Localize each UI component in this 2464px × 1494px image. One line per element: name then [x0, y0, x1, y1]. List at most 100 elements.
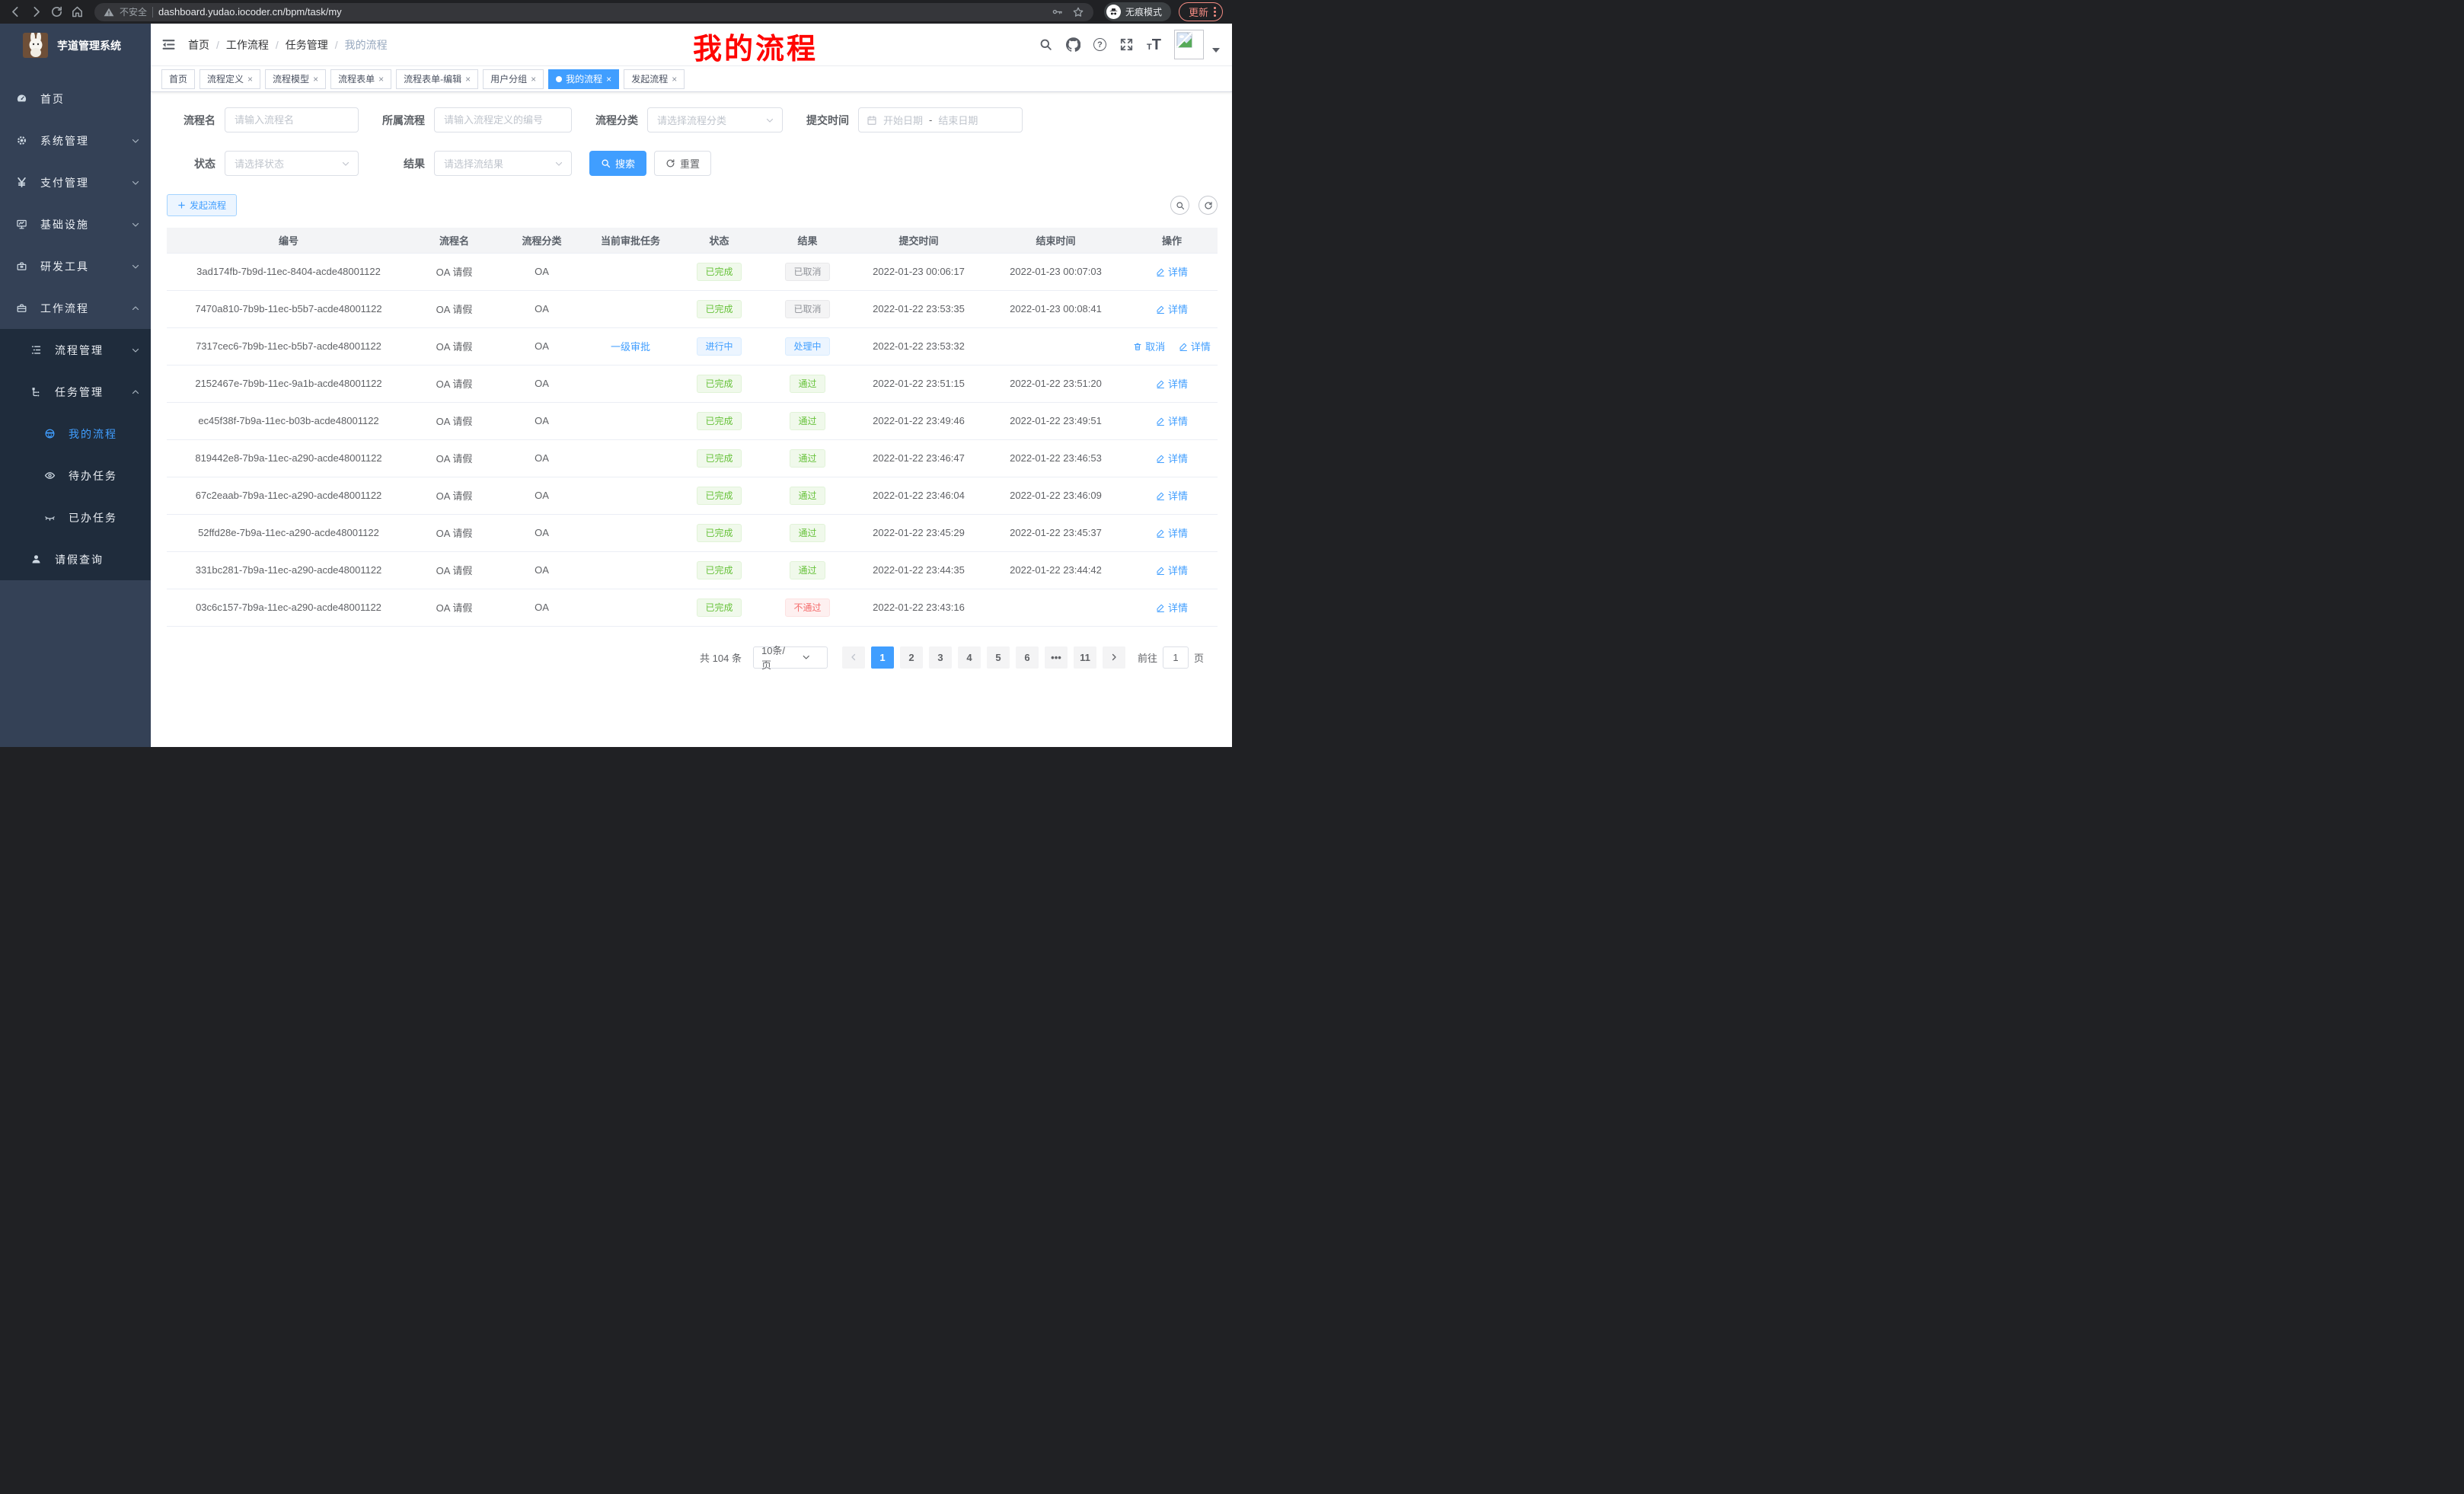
- tab-home[interactable]: 首页: [161, 69, 195, 89]
- address-bar[interactable]: 不安全 dashboard.yudao.iocoder.cn/bpm/task/…: [94, 3, 1093, 21]
- search-button[interactable]: 搜索: [589, 151, 646, 176]
- detail-link[interactable]: 详情: [1156, 376, 1188, 391]
- sidebar-item-system[interactable]: 系统管理: [0, 120, 151, 161]
- tab-process-definition[interactable]: 流程定义×: [199, 69, 260, 89]
- status-badge: 已完成: [697, 487, 741, 505]
- process-name-label: 流程名: [167, 113, 215, 128]
- detail-link[interactable]: 详情: [1156, 488, 1188, 503]
- close-icon[interactable]: ×: [465, 74, 471, 85]
- process-definition-input[interactable]: [434, 107, 572, 132]
- jump-suffix: 页: [1194, 650, 1204, 665]
- forward-icon[interactable]: [30, 5, 43, 18]
- sidebar-item-done-tasks[interactable]: 已办任务: [0, 496, 151, 538]
- tab-process-model[interactable]: 流程模型×: [265, 69, 326, 89]
- detail-link[interactable]: 详情: [1156, 563, 1188, 577]
- sidebar-item-leave-query[interactable]: 请假查询: [0, 538, 151, 580]
- org-tree-icon: [30, 386, 42, 397]
- status-select[interactable]: 请选择状态: [225, 151, 359, 176]
- prev-page-button[interactable]: [842, 646, 865, 669]
- start-process-button[interactable]: 发起流程: [167, 194, 237, 216]
- reset-button[interactable]: 重置: [654, 151, 711, 176]
- sidebar-item-workflow[interactable]: 工作流程: [0, 287, 151, 329]
- next-page-button[interactable]: [1103, 646, 1125, 669]
- process-category-select[interactable]: 请选择流程分类: [647, 107, 783, 132]
- cancel-link[interactable]: 取消: [1133, 339, 1165, 353]
- detail-link[interactable]: 详情: [1156, 525, 1188, 540]
- divider: [152, 7, 153, 18]
- bookmark-star-icon[interactable]: [1072, 6, 1084, 18]
- page-button-5[interactable]: 5: [987, 646, 1010, 669]
- detail-link[interactable]: 详情: [1179, 339, 1211, 353]
- close-icon[interactable]: ×: [313, 74, 318, 85]
- result-badge: 已取消: [785, 300, 829, 318]
- home-icon[interactable]: [71, 5, 84, 18]
- sidebar-item-process-mgmt[interactable]: 流程管理: [0, 329, 151, 371]
- security-label[interactable]: 不安全: [120, 5, 147, 18]
- sidebar-item-todo-tasks[interactable]: 待办任务: [0, 455, 151, 496]
- page-jumper: 前往 页: [1138, 646, 1204, 669]
- fullscreen-icon[interactable]: [1119, 37, 1134, 52]
- url-text[interactable]: dashboard.yudao.iocoder.cn/bpm/task/my: [158, 6, 1046, 18]
- cell-category: OA: [498, 327, 586, 365]
- tab-process-form-edit[interactable]: 流程表单-编辑×: [396, 69, 478, 89]
- tab-process-form[interactable]: 流程表单×: [330, 69, 391, 89]
- page-size-select[interactable]: 10条/页: [753, 646, 828, 669]
- browser-menu-icon[interactable]: [1214, 7, 1216, 17]
- detail-link[interactable]: 详情: [1156, 264, 1188, 279]
- detail-link[interactable]: 详情: [1156, 302, 1188, 316]
- avatar-caret-icon[interactable]: [1212, 48, 1220, 53]
- close-icon[interactable]: ×: [531, 74, 536, 85]
- result-badge: 通过: [790, 487, 825, 505]
- sidebar-item-my-process[interactable]: 我的流程: [0, 413, 151, 455]
- avatar[interactable]: [1174, 30, 1204, 59]
- col-name: 流程名: [410, 228, 498, 253]
- current-task-link[interactable]: 一级审批: [611, 341, 650, 353]
- page-button-11[interactable]: 11: [1074, 646, 1096, 669]
- sidebar-item-infra[interactable]: 基础设施: [0, 203, 151, 245]
- help-icon[interactable]: ?: [1093, 38, 1106, 51]
- back-icon[interactable]: [9, 5, 22, 18]
- update-button[interactable]: 更新: [1179, 2, 1223, 21]
- start-date-placeholder: 开始日期: [883, 113, 923, 127]
- key-icon[interactable]: [1052, 6, 1063, 18]
- tab-my-process[interactable]: 我的流程×: [548, 69, 619, 89]
- toggle-search-button[interactable]: [1170, 196, 1189, 215]
- detail-link[interactable]: 详情: [1156, 451, 1188, 465]
- sidebar-item-payment[interactable]: 支付管理: [0, 161, 151, 203]
- page-button-1[interactable]: 1: [871, 646, 894, 669]
- process-name-input[interactable]: [225, 107, 359, 132]
- detail-link[interactable]: 详情: [1156, 413, 1188, 428]
- page-button-4[interactable]: 4: [958, 646, 981, 669]
- app-logo[interactable]: 芋道管理系统: [0, 24, 151, 67]
- breadcrumb-home[interactable]: 首页: [188, 37, 209, 53]
- sidebar-item-home[interactable]: 首页: [0, 78, 151, 120]
- breadcrumb-workflow[interactable]: 工作流程: [226, 37, 269, 53]
- submit-time-range-picker[interactable]: 开始日期 - 结束日期: [858, 107, 1023, 132]
- refresh-button[interactable]: [1198, 196, 1218, 215]
- page-button-3[interactable]: 3: [929, 646, 952, 669]
- reload-icon[interactable]: [50, 5, 63, 18]
- close-icon[interactable]: ×: [672, 74, 677, 85]
- detail-link[interactable]: 详情: [1156, 600, 1188, 615]
- font-size-icon[interactable]: TT: [1147, 37, 1161, 53]
- sidebar-item-devtools[interactable]: 研发工具: [0, 245, 151, 287]
- close-icon[interactable]: ×: [378, 74, 384, 85]
- col-result: 结果: [763, 228, 852, 253]
- page-button-2[interactable]: 2: [900, 646, 923, 669]
- page-button-6[interactable]: 6: [1016, 646, 1039, 669]
- tab-start-process[interactable]: 发起流程×: [624, 69, 685, 89]
- hamburger-icon[interactable]: [161, 37, 176, 52]
- result-select[interactable]: 请选择流结果: [434, 151, 572, 176]
- cell-category: OA: [498, 551, 586, 589]
- close-icon[interactable]: ×: [247, 74, 253, 85]
- jump-page-input[interactable]: [1163, 646, 1189, 669]
- tab-user-group[interactable]: 用户分组×: [483, 69, 544, 89]
- status-badge: 已完成: [697, 375, 741, 393]
- close-icon[interactable]: ×: [606, 74, 611, 85]
- cell-category: OA: [498, 290, 586, 327]
- github-icon[interactable]: [1066, 37, 1080, 52]
- more-pages-button[interactable]: •••: [1045, 646, 1068, 669]
- sidebar-item-task-mgmt[interactable]: 任务管理: [0, 371, 151, 413]
- search-icon[interactable]: [1039, 37, 1053, 52]
- breadcrumb-task-mgmt[interactable]: 任务管理: [286, 37, 328, 53]
